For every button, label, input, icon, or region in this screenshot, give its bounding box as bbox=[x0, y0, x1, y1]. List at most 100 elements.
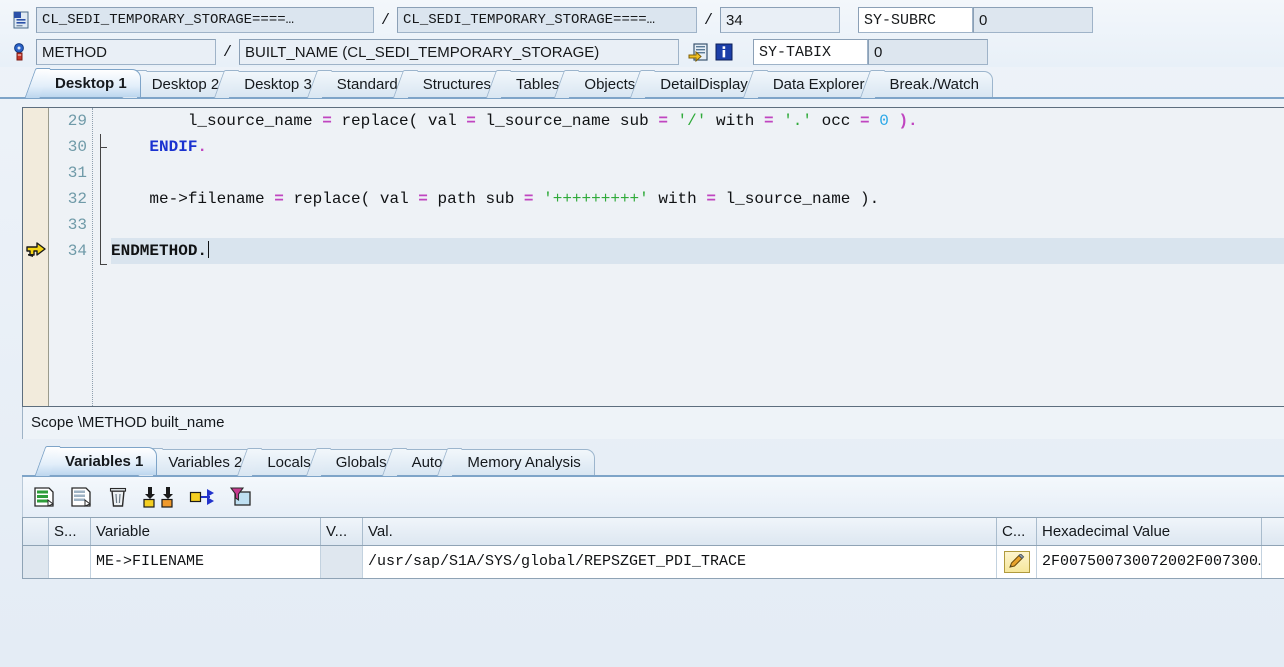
grid-header-select[interactable] bbox=[23, 518, 49, 545]
event-name-field[interactable]: BUILT_NAME (CL_SEDI_TEMPORARY_STORAGE) bbox=[239, 39, 680, 65]
variables-grid[interactable]: S... Variable V... Val. C... Hexadecimal… bbox=[22, 517, 1284, 579]
code-token-operator: = bbox=[466, 112, 476, 130]
variables-toolbar bbox=[22, 477, 1284, 517]
code-token-operator: . bbox=[197, 138, 208, 156]
source-code-viewer[interactable]: 29 30 31 32 33 34 l_source_name = replac… bbox=[22, 107, 1284, 407]
include-separator: / bbox=[704, 11, 714, 29]
line-number: 30 bbox=[67, 138, 87, 156]
current-line-field[interactable]: 34 bbox=[720, 7, 841, 33]
grid-header-overflow[interactable] bbox=[1262, 518, 1284, 545]
code-token-paren: ( bbox=[360, 190, 371, 208]
code-token-operator: = bbox=[322, 112, 332, 130]
row-value-cell[interactable]: /usr/sap/S1A/SYS/global/REPSZGET_PDI_TRA… bbox=[363, 546, 997, 578]
variables-tabstrip: Variables 1 Variables 2 Locals Globals A… bbox=[22, 447, 1284, 477]
code-line-32: me->filename = replace( val = path sub =… bbox=[111, 186, 1284, 212]
grid-header-value[interactable]: Val. bbox=[363, 518, 997, 545]
sy-tabix-value: 0 bbox=[868, 39, 989, 65]
sy-subrc-label: SY-SUBRC bbox=[858, 7, 974, 33]
code-line-30: ENDIF. bbox=[111, 134, 1284, 160]
header-row-event: METHOD / BUILT_NAME (CL_SEDI_TEMPORARY_S… bbox=[4, 37, 1280, 67]
code-token-keyword: ENDIF bbox=[149, 138, 198, 156]
tab-variables-1[interactable]: Variables 1 bbox=[48, 447, 158, 475]
filter-icon[interactable] bbox=[228, 484, 254, 510]
tab-data-explorer[interactable]: Data Explorer bbox=[755, 71, 879, 97]
code-line-29: l_source_name = replace( val = l_source_… bbox=[111, 108, 1284, 134]
fold-bar bbox=[100, 134, 101, 264]
tab-break-watch[interactable]: Break./Watch bbox=[872, 71, 994, 97]
row-status-cell[interactable] bbox=[49, 546, 91, 578]
current-statement-arrow-icon bbox=[24, 238, 48, 264]
goto-source-icon[interactable] bbox=[687, 41, 709, 63]
grid-header-row: S... Variable V... Val. C... Hexadecimal… bbox=[23, 518, 1284, 546]
line-number-gutter: 29 30 31 32 33 34 bbox=[49, 108, 93, 406]
tab-memory-analysis[interactable]: Memory Analysis bbox=[450, 449, 595, 475]
code-token-operator: = bbox=[523, 190, 534, 208]
grid-header-status[interactable]: S... bbox=[49, 518, 91, 545]
include-name-field[interactable]: CL_SEDI_TEMPORARY_STORAGE====… bbox=[397, 7, 698, 33]
fold-tick bbox=[100, 147, 107, 148]
code-token-operator: = bbox=[418, 190, 428, 208]
row-select-cell[interactable] bbox=[23, 546, 49, 578]
table-row[interactable]: ME->FILENAME /usr/sap/S1A/SYS/global/REP… bbox=[23, 546, 1284, 578]
copy-row-icon[interactable] bbox=[68, 484, 94, 510]
sap-abap-debugger-window: CL_SEDI_TEMPORARY_STORAGE====… / CL_SEDI… bbox=[0, 0, 1284, 667]
code-token-text: occ bbox=[812, 112, 861, 130]
delete-row-icon[interactable] bbox=[105, 484, 131, 510]
sy-tabix-label: SY-TABIX bbox=[753, 39, 869, 65]
row-variable-cell[interactable]: ME->FILENAME bbox=[91, 546, 321, 578]
code-token-operator: = bbox=[706, 190, 716, 208]
code-token-string: '.' bbox=[783, 112, 812, 130]
insert-row-icon[interactable] bbox=[31, 484, 57, 510]
row-v-cell[interactable] bbox=[321, 546, 363, 578]
desktop-tabstrip: Desktop 1 Desktop 2 Desktop 3 Standard S… bbox=[0, 69, 1284, 99]
grid-header-v[interactable]: V... bbox=[321, 518, 363, 545]
row-change-cell[interactable] bbox=[997, 546, 1037, 578]
code-token-paren: ( bbox=[408, 112, 419, 130]
code-token-operator: . bbox=[197, 242, 208, 260]
method-icon bbox=[10, 41, 32, 63]
code-token-text: replace bbox=[331, 112, 409, 130]
code-token-text: val bbox=[370, 190, 419, 208]
code-token-string: '+++++++++' bbox=[543, 190, 649, 208]
code-token-paren: ). bbox=[860, 190, 880, 208]
code-token-text: me->filename bbox=[111, 190, 275, 208]
code-token-operator: = bbox=[860, 112, 870, 130]
code-token-operator: = bbox=[274, 190, 284, 208]
event-type-field[interactable]: METHOD bbox=[36, 39, 216, 65]
program-name-field[interactable]: CL_SEDI_TEMPORARY_STORAGE====… bbox=[36, 7, 374, 33]
source-text[interactable]: l_source_name = replace( val = l_source_… bbox=[109, 108, 1284, 406]
line-number: 34 bbox=[67, 242, 87, 260]
line-number: 31 bbox=[67, 164, 87, 182]
load-variables-icon[interactable] bbox=[142, 484, 178, 510]
fold-tick bbox=[100, 264, 107, 265]
header-row-program: CL_SEDI_TEMPORARY_STORAGE====… / CL_SEDI… bbox=[4, 5, 1280, 35]
tab-desktop-1[interactable]: Desktop 1 bbox=[38, 69, 141, 97]
code-token-paren: ). bbox=[898, 112, 918, 130]
variables-panel: Variables 1 Variables 2 Locals Globals A… bbox=[0, 447, 1284, 579]
transfer-icon[interactable] bbox=[189, 484, 217, 510]
code-token-number: 0 bbox=[879, 112, 889, 130]
source-marker-gutter[interactable] bbox=[23, 108, 49, 406]
code-token-text: replace bbox=[283, 190, 361, 208]
code-token-operator: = bbox=[763, 112, 774, 130]
code-token-text: with bbox=[648, 190, 707, 208]
grid-header-hex[interactable]: Hexadecimal Value bbox=[1037, 518, 1262, 545]
edit-pencil-icon[interactable] bbox=[1003, 551, 1030, 573]
grid-header-variable[interactable]: Variable bbox=[91, 518, 321, 545]
code-folding-gutter[interactable] bbox=[93, 108, 109, 406]
code-token-text: l_source_name bbox=[715, 190, 860, 208]
line-number: 32 bbox=[67, 190, 87, 208]
row-overflow-cell[interactable] bbox=[1262, 546, 1284, 578]
info-icon[interactable] bbox=[713, 41, 735, 63]
code-token-operator: = bbox=[658, 112, 668, 130]
grid-header-change[interactable]: C... bbox=[997, 518, 1037, 545]
line-number: 33 bbox=[67, 216, 87, 234]
row-hex-cell[interactable]: 2F007500730072002F007300… bbox=[1037, 546, 1262, 578]
debugger-header: CL_SEDI_TEMPORARY_STORAGE====… / CL_SEDI… bbox=[0, 0, 1284, 67]
